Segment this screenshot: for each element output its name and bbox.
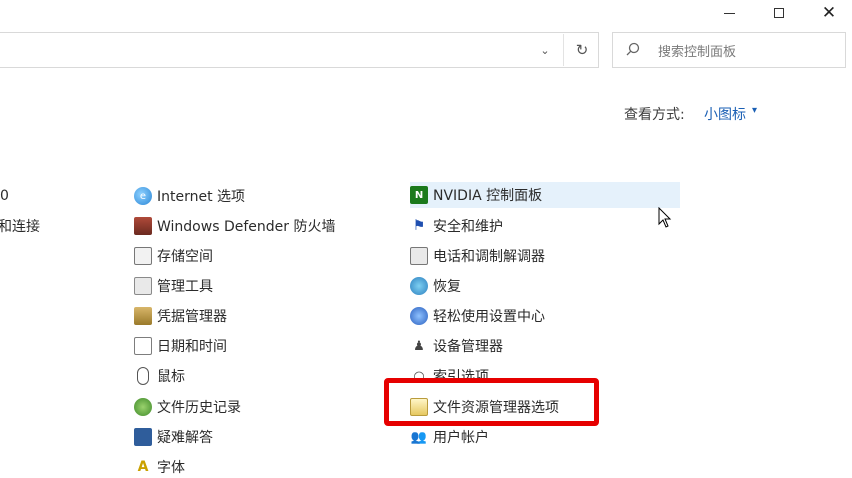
item-ease-of-access[interactable]: 轻松使用设置中心: [410, 305, 545, 327]
recovery-icon: [410, 277, 428, 295]
view-by-dropdown[interactable]: 小图标: [704, 104, 746, 124]
item-label: 疑难解答: [157, 430, 213, 446]
item-label: 设备管理器: [433, 339, 503, 355]
highlight-annotation: [384, 378, 599, 426]
ease-of-access-icon: [410, 307, 428, 325]
item-label: Internet 选项: [157, 189, 246, 205]
item-label: 电话和调制解调器: [433, 249, 545, 265]
security-maintenance-icon: ⚑: [410, 217, 428, 235]
item-label: NVIDIA 控制面板: [433, 188, 543, 204]
item-label: 用户帐户: [433, 430, 489, 446]
fonts-icon: A: [134, 458, 152, 476]
view-by-label: 查看方式:: [624, 107, 685, 123]
windows-defender-firewall-icon: [134, 217, 152, 235]
item-label: 恢复: [433, 279, 461, 295]
list-item[interactable]: 0: [0, 185, 9, 207]
user-accounts-icon: 👥: [410, 428, 428, 446]
item-mouse[interactable]: 鼠标: [134, 365, 185, 387]
administrative-tools-icon: [134, 277, 152, 295]
item-windows-defender-firewall[interactable]: Windows Defender 防火墙: [134, 215, 335, 237]
item-credential-manager[interactable]: 凭据管理器: [134, 305, 227, 327]
address-dropdown-button[interactable]: ⌄: [532, 32, 558, 68]
item-label: 鼠标: [157, 369, 185, 385]
mouse-icon: [137, 367, 149, 385]
credential-manager-icon: [134, 307, 152, 325]
address-divider: [563, 34, 564, 66]
item-label: 凭据管理器: [157, 309, 227, 325]
item-internet-options[interactable]: e Internet 选项: [134, 185, 245, 207]
item-label: 和连接: [0, 219, 40, 235]
item-label: 文件历史记录: [157, 400, 241, 416]
file-history-icon: [134, 398, 152, 416]
address-bar[interactable]: [0, 32, 599, 68]
item-troubleshooting[interactable]: 疑难解答: [134, 426, 213, 448]
item-phone-modem[interactable]: 电话和调制解调器: [410, 245, 545, 267]
view-by-caret-icon[interactable]: ▾: [752, 105, 757, 116]
item-fonts[interactable]: A 字体: [134, 456, 185, 478]
refresh-button[interactable]: ↻: [566, 32, 598, 68]
item-device-manager[interactable]: ♟ 设备管理器: [410, 335, 503, 357]
item-date-time[interactable]: 日期和时间: [134, 335, 227, 357]
date-time-icon: [134, 337, 152, 355]
search-placeholder: 搜索控制面板: [658, 45, 737, 60]
item-label: 字体: [157, 460, 185, 476]
storage-spaces-icon: [134, 247, 152, 265]
item-label: 日期和时间: [157, 339, 227, 355]
phone-modem-icon: [410, 247, 428, 265]
close-icon: ✕: [821, 3, 837, 23]
maximize-button[interactable]: [756, 0, 802, 26]
item-label: 管理工具: [157, 279, 213, 295]
item-storage-spaces[interactable]: 存储空间: [134, 245, 213, 267]
close-button[interactable]: ✕: [806, 0, 852, 26]
refresh-icon: ↻: [575, 41, 589, 59]
item-label: 安全和维护: [433, 219, 503, 235]
list-item[interactable]: 和连接: [0, 215, 40, 237]
maximize-icon: [774, 8, 784, 18]
item-administrative-tools[interactable]: 管理工具: [134, 275, 213, 297]
item-label: 0: [0, 188, 9, 204]
device-manager-icon: ♟: [410, 337, 428, 355]
item-recovery[interactable]: 恢复: [410, 275, 461, 297]
mouse-cursor-icon: [658, 207, 672, 228]
item-nvidia-control-panel[interactable]: N NVIDIA 控制面板: [410, 182, 680, 208]
internet-options-icon: e: [134, 187, 152, 205]
minimize-button[interactable]: [706, 0, 752, 26]
item-label: 存储空间: [157, 249, 213, 265]
search-icon: [624, 40, 642, 58]
item-file-history[interactable]: 文件历史记录: [134, 396, 241, 418]
chevron-down-icon: ⌄: [540, 43, 550, 57]
item-label: Windows Defender 防火墙: [157, 219, 336, 235]
item-user-accounts[interactable]: 👥 用户帐户: [410, 426, 489, 448]
troubleshooting-icon: [134, 428, 152, 446]
item-label: 轻松使用设置中心: [433, 309, 545, 325]
nvidia-icon: N: [410, 186, 428, 204]
item-security-maintenance[interactable]: ⚑ 安全和维护: [410, 215, 503, 237]
minimize-icon: [723, 12, 735, 14]
